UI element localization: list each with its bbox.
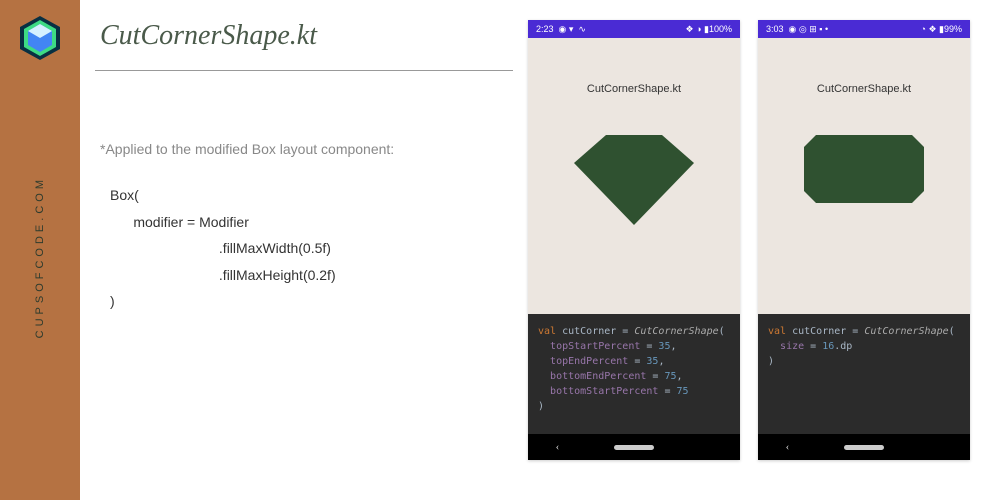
back-icon: ‹ [556, 441, 560, 453]
divider [95, 70, 513, 71]
status-time: 3:03 ◉ ◎ ⊞ ▪ • [766, 24, 828, 35]
cut-rect-shape-icon [804, 135, 924, 203]
home-pill-icon [844, 445, 884, 450]
jetpack-compose-logo-icon [12, 10, 68, 66]
box-code-block: Box( modifier = Modifier .fillMaxWidth(0… [110, 182, 513, 315]
diamond-shape-icon [574, 135, 694, 225]
nav-bar: ‹ [758, 434, 970, 460]
sidebar: CUPSOFCODE.COM [0, 0, 80, 500]
note-text: *Applied to the modified Box layout comp… [100, 141, 513, 157]
status-right: ◔ ❖ ▮99% [921, 24, 962, 35]
phone-preview-1: 2:23 ◉ ▾ ∿ ❖ ◑ ▮100% CutCornerShape.kt v… [528, 20, 740, 460]
status-bar: 2:23 ◉ ▾ ∿ ❖ ◑ ▮100% [528, 20, 740, 38]
spacer [710, 441, 713, 453]
status-time: 2:23 ◉ ▾ ∿ [536, 24, 586, 35]
phone-previews: 2:23 ◉ ▾ ∿ ❖ ◑ ▮100% CutCornerShape.kt v… [528, 20, 970, 480]
code-panel-2: val cutCorner = CutCornerShape( size = 1… [758, 314, 970, 434]
phone-preview-2: 3:03 ◉ ◎ ⊞ ▪ • ◔ ❖ ▮99% CutCornerShape.k… [758, 20, 970, 460]
spacer [940, 441, 943, 453]
back-icon: ‹ [786, 441, 790, 453]
preview-canvas: CutCornerShape.kt [528, 38, 740, 314]
status-bar: 3:03 ◉ ◎ ⊞ ▪ • ◔ ❖ ▮99% [758, 20, 970, 38]
shape-title: CutCornerShape.kt [817, 83, 911, 95]
nav-bar: ‹ [528, 434, 740, 460]
left-column: CutCornerShape.kt *Applied to the modifi… [95, 20, 513, 480]
brand-vertical-text: CUPSOFCODE.COM [34, 176, 46, 338]
home-pill-icon [614, 445, 654, 450]
page-title: CutCornerShape.kt [100, 20, 513, 52]
main-content: CutCornerShape.kt *Applied to the modifi… [80, 0, 1000, 500]
code-panel-1: val cutCorner = CutCornerShape( topStart… [528, 314, 740, 434]
preview-canvas: CutCornerShape.kt [758, 38, 970, 314]
shape-title: CutCornerShape.kt [587, 83, 681, 95]
status-right: ❖ ◑ ▮100% [686, 24, 733, 35]
